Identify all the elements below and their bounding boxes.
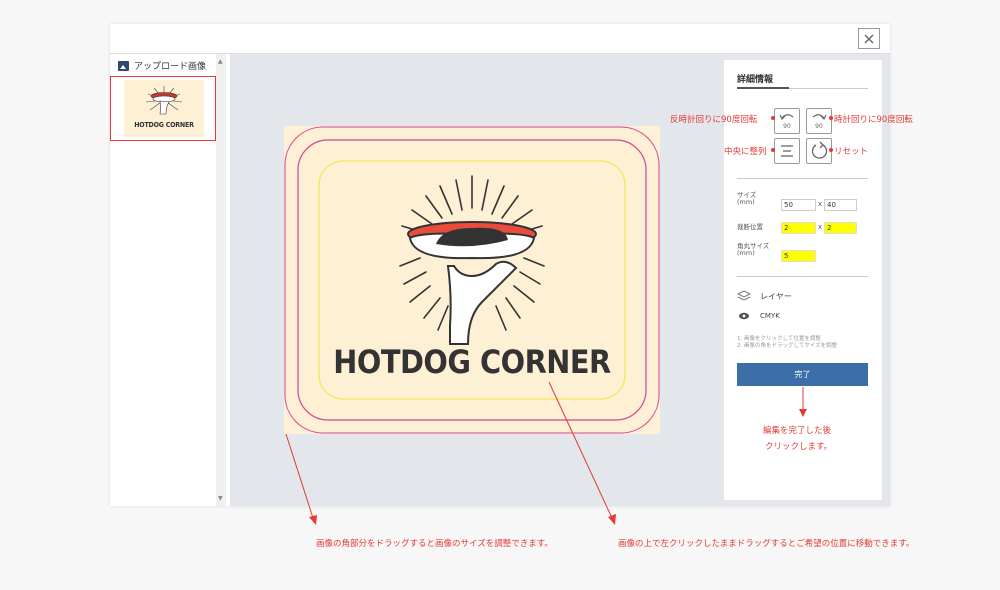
annotation-corner-drag: 画像の角部分をドラッグすると画像のサイズを調整できます。 (316, 539, 553, 549)
annotation-dot (829, 116, 833, 120)
annotation-done-line1: 編集を完了した後 (763, 426, 832, 436)
annotation-image-drag: 画像の上で左クリックしたままドラッグするとご希望の位置に移動できます。 (618, 539, 915, 549)
corner-arrow (285, 433, 314, 519)
annotation-done-line2: クリックします。 (765, 442, 833, 452)
done-arrow-head (799, 409, 807, 417)
annotation-rotate-ccw: 反時計回りに90度回転 (670, 115, 758, 125)
annotation-reset: リセット (834, 147, 869, 157)
image-arrow-head (608, 514, 616, 525)
image-arrow (548, 381, 613, 519)
annotation-arrows (285, 381, 807, 525)
annotation-center: 中央に整列 (724, 147, 767, 157)
corner-arrow-head (309, 515, 317, 525)
annotation-rotate-cw: 時計回りに90度回転 (834, 115, 913, 125)
annotation-dot (771, 148, 775, 152)
annotation-dot (771, 116, 775, 120)
annotation-dot (829, 148, 833, 152)
